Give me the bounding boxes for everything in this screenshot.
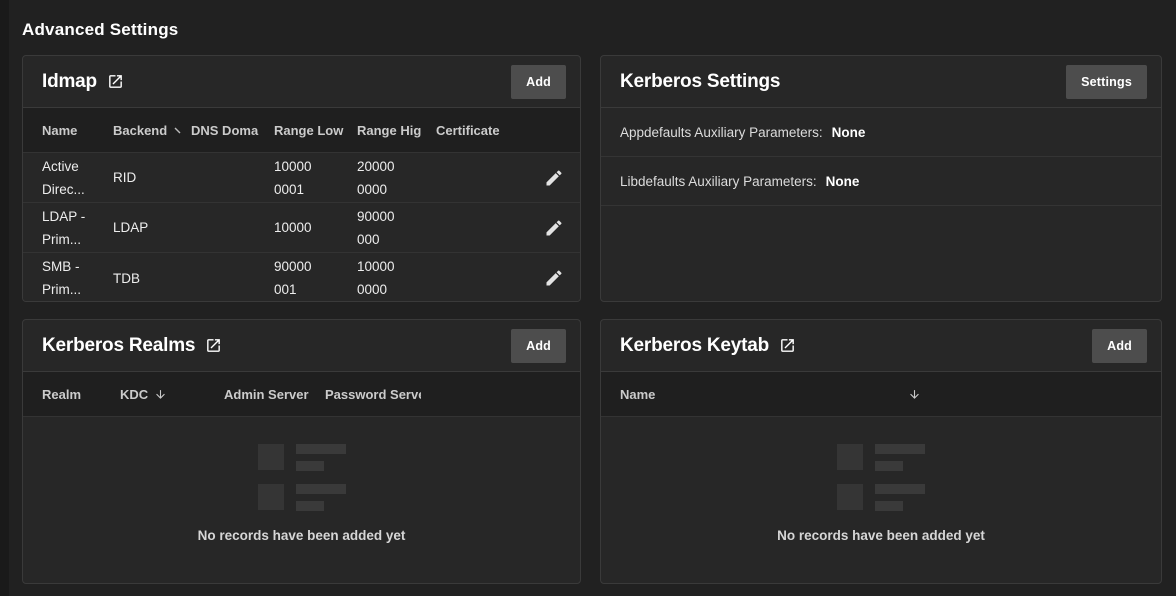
idmap-card-title: Idmap xyxy=(42,71,124,93)
idmap-col-backend-label: Backend xyxy=(113,123,167,138)
page-title: Advanced Settings xyxy=(22,20,1162,40)
realms-col-kdc[interactable]: KDC xyxy=(120,387,224,402)
realms-col-kdc-label: KDC xyxy=(120,387,148,402)
appdefaults-row: Appdefaults Auxiliary Parameters: None xyxy=(601,108,1161,157)
kerberos-settings-button[interactable]: Settings xyxy=(1066,65,1147,99)
left-edge-strip xyxy=(0,0,9,596)
kerberos-settings-title-text: Kerberos Settings xyxy=(620,71,780,93)
idmap-cell-backend: LDAP xyxy=(113,216,191,239)
kerberos-realms-title-text: Kerberos Realms xyxy=(42,335,195,357)
cards-grid: Idmap Add Name Backend DNS Doma Range Lo… xyxy=(22,55,1162,584)
external-link-icon[interactable] xyxy=(205,337,222,354)
edit-icon[interactable] xyxy=(542,166,566,190)
empty-records-illustration xyxy=(258,444,346,511)
kerberos-keytab-add-button[interactable]: Add xyxy=(1092,329,1147,363)
idmap-add-button[interactable]: Add xyxy=(511,65,566,99)
idmap-card: Idmap Add Name Backend DNS Doma Range Lo… xyxy=(22,55,581,302)
idmap-col-range-high[interactable]: Range Hig xyxy=(357,123,436,138)
idmap-row-active-directory[interactable]: ActiveDirec... RID 100000001 200000000 xyxy=(23,153,580,203)
idmap-cell-range-low: 100000001 xyxy=(274,155,357,201)
appdefaults-value: None xyxy=(832,125,866,140)
idmap-cell-name: ActiveDirec... xyxy=(42,155,113,201)
kerberos-keytab-card-header: Kerberos Keytab Add xyxy=(601,320,1161,372)
realms-col-password-server[interactable]: Password Serve xyxy=(325,387,421,402)
no-records-text: No records have been added yet xyxy=(198,528,406,543)
idmap-cell-name: LDAP -Prim... xyxy=(42,205,113,251)
kerberos-realms-card-title: Kerberos Realms xyxy=(42,335,222,357)
libdefaults-value: None xyxy=(826,174,860,189)
idmap-cell-name: SMB -Prim... xyxy=(42,255,113,301)
advanced-settings-page: Advanced Settings Idmap Add Name Backend xyxy=(0,0,1176,584)
idmap-col-range-low[interactable]: Range Low xyxy=(274,123,357,138)
idmap-cell-range-high: 90000000 xyxy=(357,205,436,251)
kerberos-realms-card-header: Kerberos Realms Add xyxy=(23,320,580,372)
idmap-cell-backend: RID xyxy=(113,166,191,189)
kerberos-keytab-card: Kerberos Keytab Add Name xyxy=(600,319,1162,584)
empty-records-illustration xyxy=(837,444,925,511)
idmap-card-header: Idmap Add xyxy=(23,56,580,108)
idmap-cell-backend: TDB xyxy=(113,267,191,290)
idmap-cell-range-low: 10000 xyxy=(274,216,357,239)
libdefaults-label: Libdefaults Auxiliary Parameters: xyxy=(620,174,817,189)
idmap-col-backend[interactable]: Backend xyxy=(113,123,191,138)
external-link-icon[interactable] xyxy=(107,73,124,90)
kerberos-settings-card: Kerberos Settings Settings Appdefaults A… xyxy=(600,55,1162,302)
keytab-col-name[interactable]: Name xyxy=(620,387,908,402)
realms-col-realm[interactable]: Realm xyxy=(42,387,120,402)
kerberos-realms-table-header: Realm KDC Admin Server Password Serve xyxy=(23,372,580,417)
keytab-sorted-column[interactable] xyxy=(908,388,921,401)
edit-icon[interactable] xyxy=(542,266,566,290)
kerberos-settings-card-header: Kerberos Settings Settings xyxy=(601,56,1161,108)
kerberos-settings-card-title: Kerberos Settings xyxy=(620,71,780,93)
edit-icon[interactable] xyxy=(542,216,566,240)
idmap-row-smb-primary[interactable]: SMB -Prim... TDB 90000001 100000000 xyxy=(23,253,580,302)
idmap-col-certificate[interactable]: Certificate xyxy=(436,123,528,138)
kerberos-keytab-table-header: Name xyxy=(601,372,1161,417)
realms-col-admin-server[interactable]: Admin Server xyxy=(224,387,325,402)
idmap-cell-range-high: 200000000 xyxy=(357,155,436,201)
idmap-title-text: Idmap xyxy=(42,71,97,93)
sort-down-arrow-icon xyxy=(908,388,921,401)
idmap-cell-range-high: 100000000 xyxy=(357,255,436,301)
kerberos-keytab-card-title: Kerberos Keytab xyxy=(620,335,796,357)
kerberos-keytab-empty-state: No records have been added yet xyxy=(601,417,1161,543)
kerberos-realms-card: Kerberos Realms Add Realm KDC Admin Serv… xyxy=(22,319,581,584)
kerberos-realms-empty-state: No records have been added yet xyxy=(23,417,580,543)
idmap-col-name[interactable]: Name xyxy=(42,123,113,138)
sort-diagonal-icon xyxy=(173,126,182,135)
idmap-table-header: Name Backend DNS Doma Range Low Range Hi… xyxy=(23,108,580,153)
idmap-cell-range-low: 90000001 xyxy=(274,255,357,301)
idmap-row-ldap-primary[interactable]: LDAP -Prim... LDAP 10000 90000000 xyxy=(23,203,580,253)
kerberos-keytab-title-text: Kerberos Keytab xyxy=(620,335,769,357)
idmap-col-dns-domain[interactable]: DNS Doma xyxy=(191,123,274,138)
kerberos-realms-add-button[interactable]: Add xyxy=(511,329,566,363)
libdefaults-row: Libdefaults Auxiliary Parameters: None xyxy=(601,157,1161,206)
external-link-icon[interactable] xyxy=(779,337,796,354)
sort-down-arrow-icon xyxy=(154,388,167,401)
appdefaults-label: Appdefaults Auxiliary Parameters: xyxy=(620,125,823,140)
no-records-text: No records have been added yet xyxy=(777,528,985,543)
